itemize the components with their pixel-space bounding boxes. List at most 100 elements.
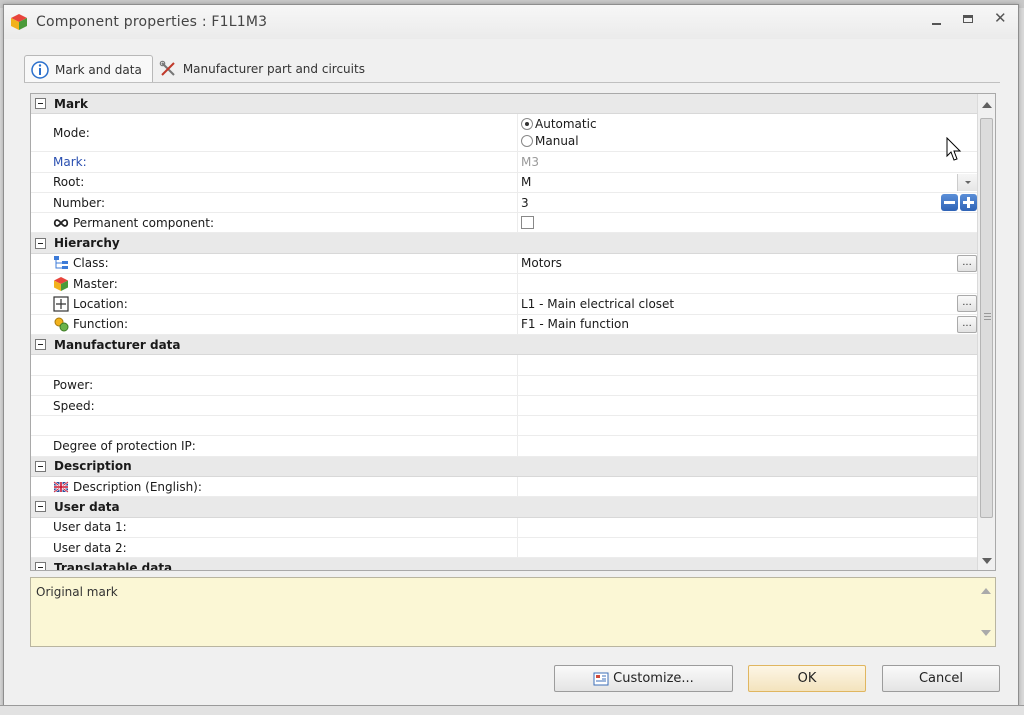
class-tree-icon: [54, 256, 68, 270]
category-translatable-data[interactable]: Translatable data: [31, 558, 977, 571]
mark-value: M3: [521, 154, 539, 169]
property-label: User data 2:: [53, 540, 127, 555]
location-icon: [53, 296, 69, 312]
collapse-icon[interactable]: [35, 460, 46, 472]
increment-button[interactable]: [960, 193, 977, 211]
property-row-function: Function: F1 - Main function ...: [31, 314, 977, 335]
cancel-button[interactable]: Cancel: [882, 665, 1000, 692]
tab-divider: [24, 82, 1000, 83]
property-row-root: Root: M: [31, 172, 977, 193]
ok-button[interactable]: OK: [748, 665, 866, 692]
scroll-up-icon[interactable]: [981, 588, 991, 594]
property-row-class: Class: Motors ...: [31, 253, 977, 275]
grid-scrollbar[interactable]: [977, 94, 995, 570]
category-description[interactable]: Description: [31, 456, 977, 478]
property-row-speed: Speed:: [31, 395, 977, 417]
button-label: Cancel: [918, 671, 964, 686]
tab-mark-and-data[interactable]: Mark and data: [24, 55, 153, 83]
property-row-ip: Degree of protection IP:: [31, 436, 977, 457]
property-grid: Mark Mode: Automatic Manual Mark: M3 Roo…: [30, 93, 996, 571]
property-row-power: Power:: [31, 375, 977, 396]
minimize-icon: [932, 23, 941, 25]
scroll-up-icon[interactable]: [982, 102, 992, 108]
customize-icon: [593, 672, 609, 685]
infinity-icon: [53, 218, 69, 227]
tools-icon: [159, 60, 175, 76]
property-row-empty: [31, 416, 977, 437]
class-browse-button[interactable]: ...: [957, 254, 977, 272]
decrement-button[interactable]: [941, 193, 958, 211]
app-cube-icon: [11, 14, 27, 30]
tab-label: Manufacturer part and circuits: [182, 62, 365, 76]
tab-manufacturer-part-and-circuits[interactable]: Manufacturer part and circuits: [153, 55, 375, 83]
description-text: Original mark: [36, 585, 118, 599]
property-row-description: Description (English):: [31, 477, 977, 498]
property-label: Root:: [53, 175, 85, 190]
close-icon: ✕: [994, 9, 1007, 27]
button-label: Customize...: [613, 671, 694, 686]
category-user-data[interactable]: User data: [31, 497, 977, 518]
radio-label: Manual: [535, 134, 579, 149]
property-label: Permanent component:: [73, 215, 214, 230]
customize-button[interactable]: Customize...: [554, 665, 733, 692]
property-label: Mark:: [53, 154, 87, 169]
property-label: Mode:: [53, 125, 90, 140]
radio-unselected-icon[interactable]: [521, 135, 533, 148]
number-value[interactable]: 3: [521, 196, 529, 210]
minimize-button[interactable]: [930, 13, 944, 27]
category-label: Manufacturer data: [54, 337, 181, 352]
category-mark[interactable]: Mark: [31, 94, 977, 115]
uk-flag-icon: [53, 480, 69, 493]
collapse-icon[interactable]: [35, 237, 46, 249]
root-dropdown-button[interactable]: [957, 173, 977, 191]
category-manufacturer-data[interactable]: Manufacturer data: [31, 334, 977, 356]
property-row-mark: Mark: M3: [31, 152, 977, 173]
title-bar: Component properties : F1L1M3 ✕: [4, 5, 1018, 39]
radio-manual[interactable]: Manual: [521, 133, 579, 150]
function-browse-button[interactable]: ...: [957, 315, 977, 333]
property-row-mode: Mode: Automatic Manual: [31, 114, 977, 153]
collapse-icon[interactable]: [35, 501, 46, 513]
radio-automatic[interactable]: Automatic: [521, 116, 597, 133]
scroll-down-icon[interactable]: [981, 630, 991, 636]
property-label: Class:: [73, 256, 109, 271]
category-label: Translatable data: [54, 560, 173, 571]
mouse-cursor-icon: [946, 137, 962, 161]
property-row-user-data-2: User data 2:: [31, 537, 977, 559]
category-label: Mark: [54, 96, 88, 111]
collapse-icon[interactable]: [35, 98, 46, 110]
property-row-user-data-1: User data 1:: [31, 517, 977, 538]
property-row-number: Number: 3: [31, 192, 977, 214]
radio-label: Automatic: [535, 117, 597, 132]
category-label: Description: [54, 459, 132, 474]
property-label: Function:: [73, 317, 129, 332]
close-button[interactable]: ✕: [994, 9, 1008, 27]
category-hierarchy[interactable]: Hierarchy: [31, 233, 977, 254]
scroll-thumb[interactable]: [980, 118, 993, 518]
location-browse-button[interactable]: ...: [957, 295, 977, 313]
property-row-empty: [31, 355, 977, 376]
radio-selected-icon[interactable]: [521, 118, 533, 131]
property-label: Description (English):: [73, 479, 202, 494]
master-cube-icon: [54, 276, 68, 291]
maximize-icon: [963, 15, 973, 23]
property-label: Number:: [53, 195, 106, 210]
category-label: User data: [54, 499, 120, 514]
window-title: Component properties : F1L1M3: [36, 14, 268, 30]
description-scrollbar[interactable]: [977, 578, 995, 646]
component-properties-dialog: Component properties : F1L1M3 ✕ Mark and…: [3, 4, 1019, 708]
property-label: Master:: [73, 276, 118, 291]
function-gear-icon: [54, 317, 69, 332]
collapse-icon[interactable]: [35, 562, 46, 570]
property-label: Location:: [73, 297, 128, 312]
collapse-icon[interactable]: [35, 339, 46, 351]
class-value: Motors: [521, 256, 562, 271]
maximize-button[interactable]: [962, 13, 976, 27]
info-icon: [31, 60, 49, 79]
location-value: L1 - Main electrical closet: [521, 297, 675, 312]
function-value: F1 - Main function: [521, 317, 629, 332]
permanent-checkbox[interactable]: [521, 216, 534, 230]
property-row-master: Master:: [31, 274, 977, 295]
scroll-down-icon[interactable]: [982, 558, 992, 564]
root-value[interactable]: M: [521, 175, 531, 189]
